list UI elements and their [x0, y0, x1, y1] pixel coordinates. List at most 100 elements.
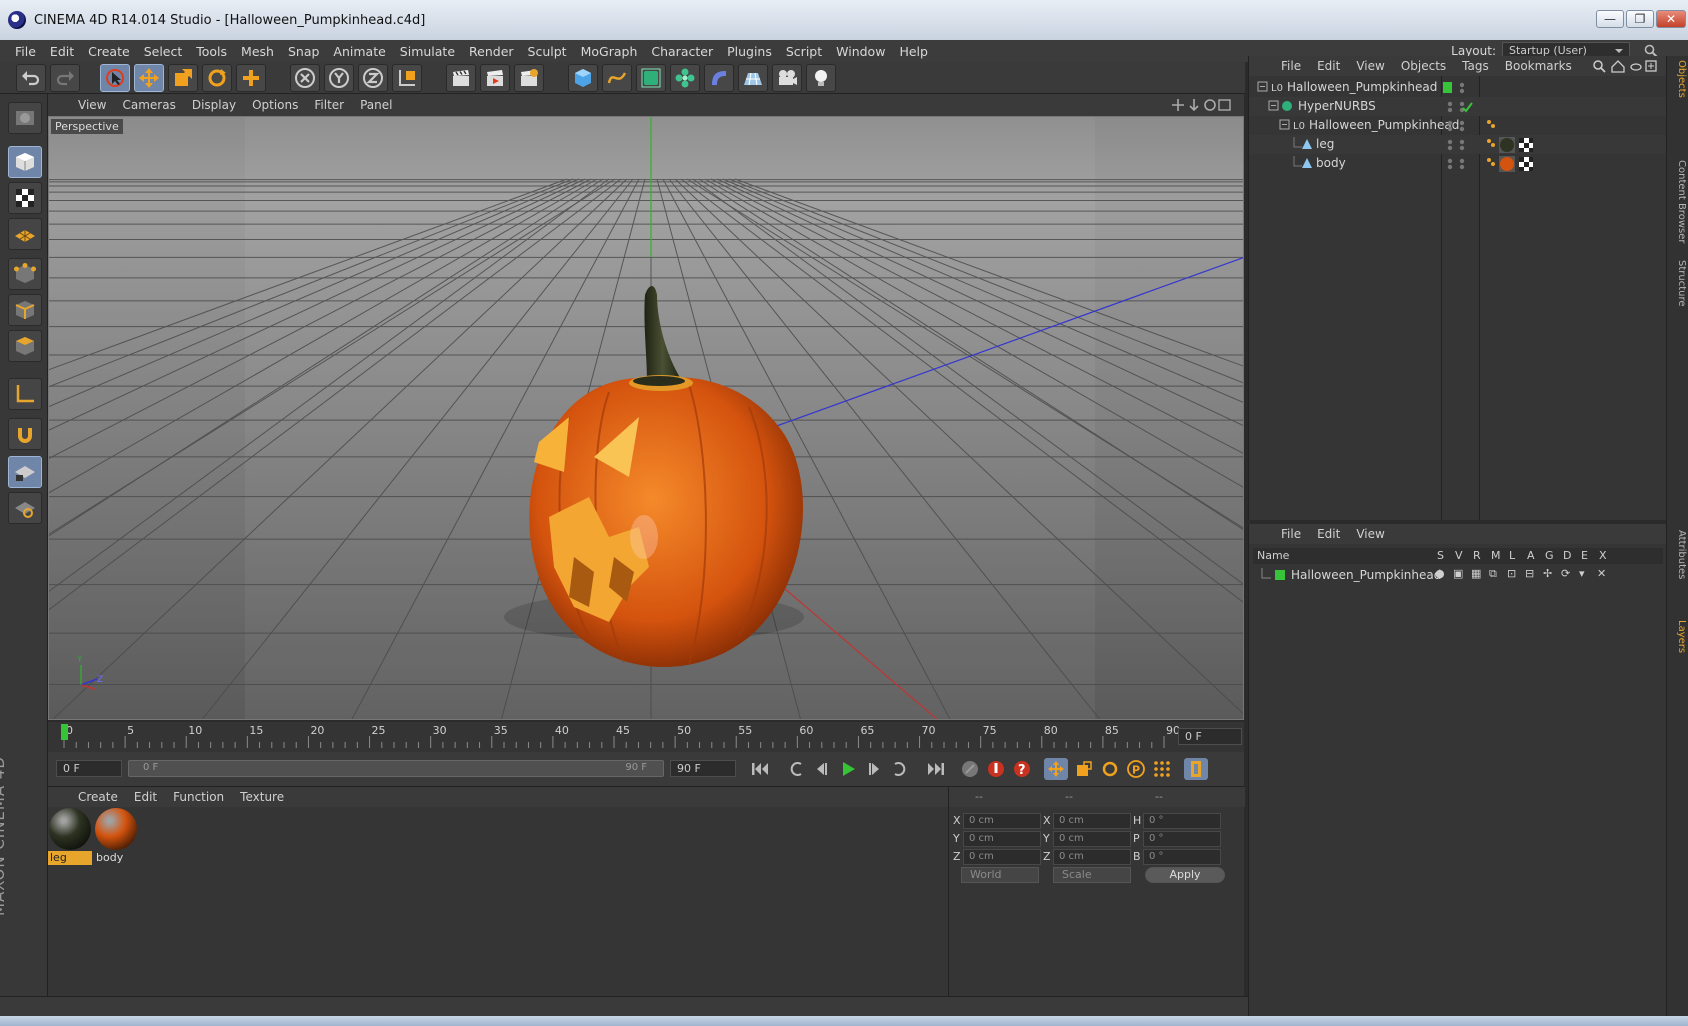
coord-field-size-x[interactable]: 0 cm	[1053, 813, 1131, 829]
menu-sculpt[interactable]: Sculpt	[521, 44, 574, 59]
minimize-button[interactable]: —	[1596, 10, 1624, 28]
object-row-halloween_pumpkinhead[interactable]: L0 Halloween_Pumpkinhead	[1249, 78, 1667, 97]
menu-help[interactable]: Help	[892, 44, 935, 59]
layer-column-a[interactable]: A	[1527, 549, 1535, 562]
viewport-menu-panel[interactable]: Panel	[352, 98, 400, 112]
object-tags[interactable]	[1485, 117, 1545, 134]
material-body[interactable]: body	[94, 807, 138, 865]
layer-menu-edit[interactable]: Edit	[1309, 527, 1348, 541]
viewport-menu-cameras[interactable]: Cameras	[114, 98, 183, 112]
record-parameter-button[interactable]: P	[1124, 758, 1148, 780]
coord-field-rot-b[interactable]: 0 °	[1143, 849, 1221, 865]
object-tags[interactable]	[1485, 155, 1545, 172]
layer-column-g[interactable]: G	[1545, 549, 1554, 562]
menu-animate[interactable]: Animate	[326, 44, 392, 59]
go-to-start-button[interactable]	[748, 758, 772, 780]
undo-button[interactable]	[16, 64, 46, 92]
floor-button[interactable]	[738, 64, 768, 92]
side-tab-structure[interactable]: Structure	[1669, 256, 1687, 311]
record-position-button[interactable]	[1044, 758, 1068, 780]
solo-icon[interactable]: ●	[1435, 567, 1445, 580]
x-axis-lock-button[interactable]	[290, 64, 320, 92]
object-menu-objects[interactable]: Objects	[1393, 59, 1454, 73]
layer-color-swatch[interactable]	[1275, 570, 1285, 580]
edges-mode-button[interactable]	[8, 294, 42, 326]
object-menu-edit[interactable]: Edit	[1309, 59, 1348, 73]
side-tab-objects[interactable]: Objects	[1669, 56, 1687, 102]
record-pla-button[interactable]	[1150, 758, 1174, 780]
end-frame-field[interactable]: 90 F	[670, 760, 736, 777]
menu-create[interactable]: Create	[81, 44, 137, 59]
object-menu-file[interactable]: File	[1273, 59, 1309, 73]
layer-column-r[interactable]: R	[1473, 549, 1481, 562]
object-row-body[interactable]: body	[1249, 154, 1667, 173]
xref-icon[interactable]: ✕	[1597, 567, 1606, 580]
viewport-menu-filter[interactable]: Filter	[306, 98, 352, 112]
rotate-tool-button[interactable]	[202, 64, 232, 92]
visibility-dots-icon[interactable]	[1443, 100, 1473, 114]
autokey-toggle-button[interactable]	[958, 758, 982, 780]
make-editable-button[interactable]	[8, 102, 42, 134]
object-menu-view[interactable]: View	[1348, 59, 1392, 73]
deformer-button[interactable]	[704, 64, 734, 92]
model-mode-button[interactable]	[8, 146, 42, 178]
menu-edit[interactable]: Edit	[43, 44, 81, 59]
render-view-button[interactable]	[446, 64, 476, 92]
coord-field-rot-p[interactable]: 0 °	[1143, 831, 1221, 847]
coord-field-rot-h[interactable]: 0 °	[1143, 813, 1221, 829]
cube-object-button[interactable]	[568, 64, 598, 92]
play-button[interactable]	[836, 758, 860, 780]
coord-field-pos-y[interactable]: 0 cm	[963, 831, 1041, 847]
layer-row[interactable]: Halloween_Pumpkinhead ● ▣ ▦ ⧉ ⊡ ⊟ ✢ ⟳ ▾ ✕	[1253, 566, 1663, 584]
texture-mode-button[interactable]	[8, 182, 42, 214]
record-scale-button[interactable]	[1072, 758, 1096, 780]
visibility-dots-icon[interactable]	[1443, 119, 1473, 133]
menu-mesh[interactable]: Mesh	[234, 44, 281, 59]
workplane-lock-button[interactable]	[8, 456, 42, 488]
menu-character[interactable]: Character	[644, 44, 720, 59]
layer-menu-view[interactable]: View	[1348, 527, 1392, 541]
nurbs-button[interactable]	[636, 64, 666, 92]
y-axis-lock-button[interactable]	[324, 64, 354, 92]
timeline-window-button[interactable]	[1184, 758, 1208, 780]
coord-field-pos-x[interactable]: 0 cm	[963, 813, 1041, 829]
deformers-icon[interactable]: ⟳	[1561, 567, 1570, 580]
coord-field-size-z[interactable]: 0 cm	[1053, 849, 1131, 865]
menu-simulate[interactable]: Simulate	[393, 44, 462, 59]
menu-script[interactable]: Script	[779, 44, 829, 59]
points-mode-button[interactable]	[8, 258, 42, 290]
side-tab-attributes[interactable]: Attributes	[1669, 526, 1687, 583]
viewport-menu-view[interactable]: View	[70, 98, 114, 112]
viewport-menu-options[interactable]: Options	[244, 98, 306, 112]
coordinate-system-button[interactable]	[392, 64, 422, 92]
go-to-end-button[interactable]	[924, 758, 948, 780]
menu-mograph[interactable]: MoGraph	[574, 44, 645, 59]
layer-column-m[interactable]: M	[1491, 549, 1501, 562]
render-settings-button[interactable]	[514, 64, 544, 92]
menu-file[interactable]: File	[8, 44, 43, 59]
axis-mode-button[interactable]	[8, 378, 42, 410]
menu-plugins[interactable]: Plugins	[720, 44, 779, 59]
next-frame-button[interactable]	[862, 758, 886, 780]
visibility-dots-icon[interactable]	[1441, 81, 1473, 95]
layer-column-name[interactable]: Name	[1257, 549, 1289, 562]
light-button[interactable]	[806, 64, 836, 92]
camera-button[interactable]	[772, 64, 802, 92]
z-axis-lock-button[interactable]	[358, 64, 388, 92]
perspective-viewport[interactable]: Y Z Perspective	[48, 116, 1244, 720]
start-frame-field[interactable]: 0 F	[56, 760, 122, 777]
lock-icon[interactable]: ⊡	[1507, 567, 1516, 580]
animation-icon[interactable]: ⊟	[1525, 567, 1534, 580]
move-tool-button[interactable]	[134, 64, 164, 92]
autokeying-help-button[interactable]: ?	[1010, 758, 1034, 780]
coord-field-size-y[interactable]: 0 cm	[1053, 831, 1131, 847]
previous-key-button[interactable]	[784, 758, 808, 780]
side-tab-layers[interactable]: Layers	[1669, 616, 1687, 657]
record-button[interactable]	[984, 758, 1008, 780]
render-icon[interactable]: ▦	[1471, 567, 1481, 580]
planar-workplane-button[interactable]	[8, 492, 42, 524]
object-menu-bookmarks[interactable]: Bookmarks	[1497, 59, 1580, 73]
array-button[interactable]	[670, 64, 700, 92]
layer-column-v[interactable]: V	[1455, 549, 1463, 562]
redo-button[interactable]	[50, 64, 80, 92]
